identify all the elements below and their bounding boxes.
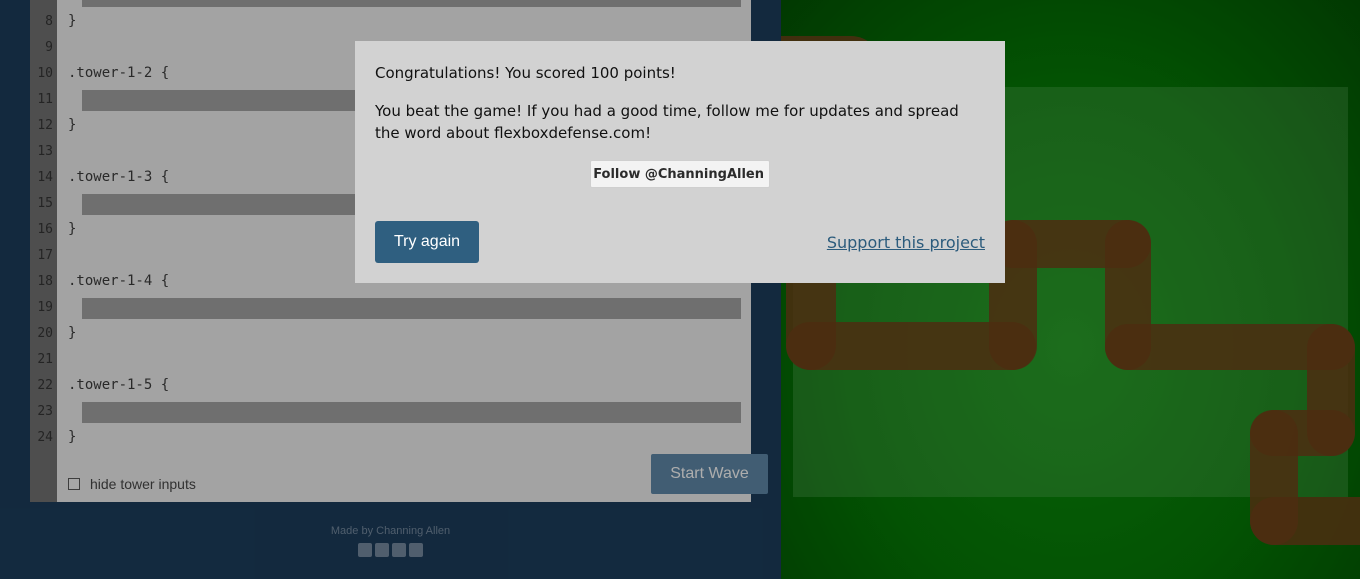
support-project-link[interactable]: Support this project — [827, 233, 985, 252]
completion-message: You beat the game! If you had a good tim… — [375, 102, 959, 142]
game-complete-dialog: Congratulations! You scored 100 points! … — [355, 41, 1005, 283]
follow-button[interactable]: Follow @ChanningAllen — [590, 160, 770, 188]
score-message: Congratulations! You scored 100 points! — [375, 64, 676, 82]
try-again-button[interactable]: Try again — [375, 221, 479, 263]
